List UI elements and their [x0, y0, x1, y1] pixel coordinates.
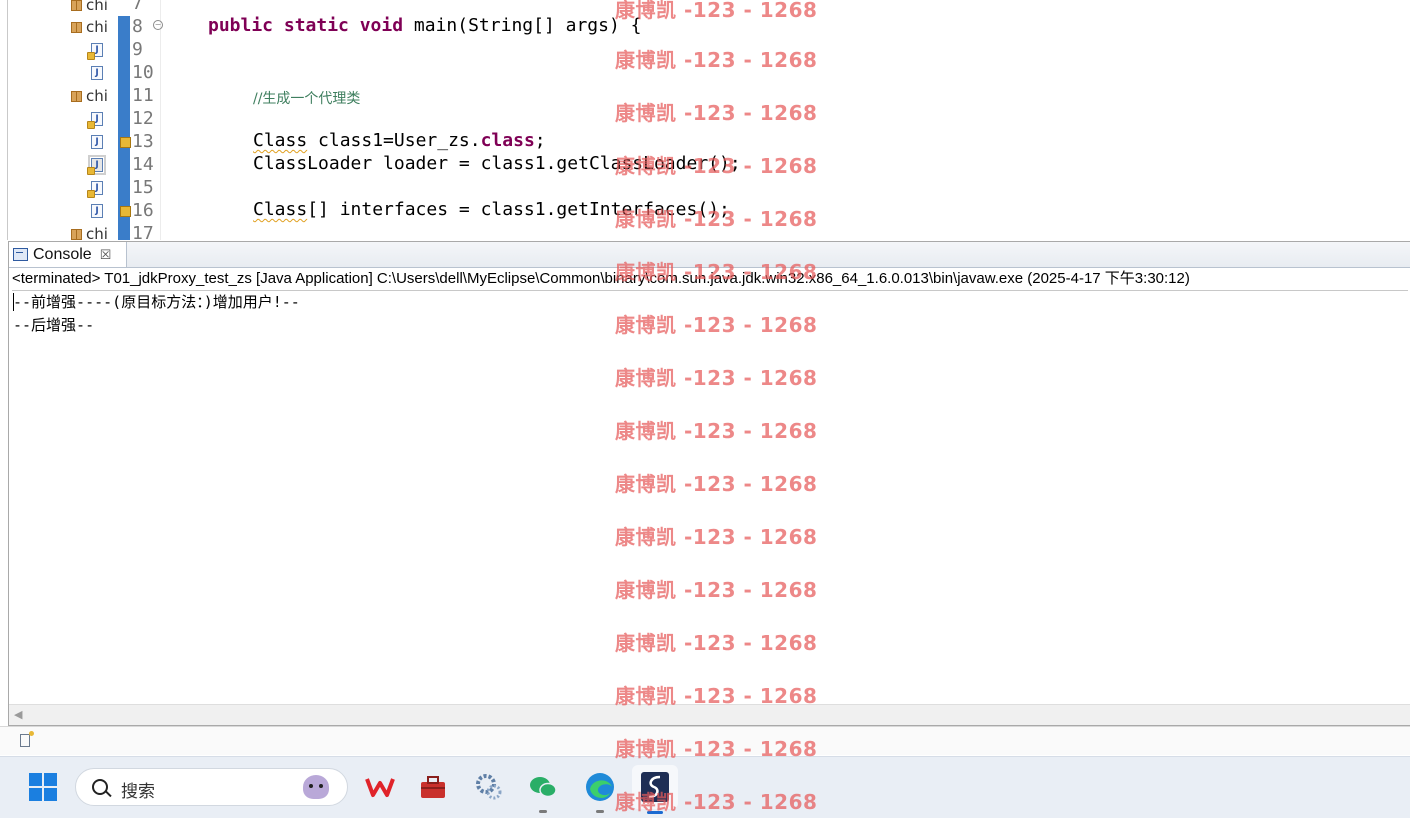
line-number: 10 — [132, 62, 154, 83]
console-output-line: --后增强-- — [13, 316, 95, 334]
package-icon — [70, 90, 83, 103]
windows-logo-icon — [44, 773, 57, 786]
keyword-token: public static void — [208, 15, 404, 36]
fast-view-icon[interactable] — [20, 731, 34, 747]
watermark-text: 康博凯 -123 - 1268 — [615, 684, 818, 708]
tab-label: Console — [33, 245, 92, 263]
code-line-8: public static void main(String[] args) { — [208, 15, 642, 36]
package-icon — [70, 228, 83, 241]
line-number: 14 — [132, 154, 154, 175]
code-token: User_zs — [393, 130, 470, 151]
line-number: 13 — [132, 131, 154, 152]
tree-item-java-file[interactable]: J — [91, 131, 103, 153]
view-divider — [7, 0, 8, 240]
package-icon — [70, 21, 83, 34]
wps-icon[interactable] — [362, 769, 398, 805]
java-file-warning-icon: J — [87, 112, 103, 129]
search-icon — [92, 779, 108, 795]
watermark-text: 康博凯 -123 - 1268 — [615, 631, 818, 655]
watermark-text: 康博凯 -123 - 1268 — [615, 260, 818, 284]
windows-logo-icon — [29, 788, 42, 801]
settings-icon[interactable] — [471, 769, 507, 805]
search-highlight-icon — [303, 775, 329, 799]
watermark-text: 康博凯 -123 - 1268 — [615, 525, 818, 549]
code-token: Class — [253, 130, 308, 151]
package-explorer: chi chi J J chi J J J J J chi — [0, 0, 119, 243]
scroll-left-icon[interactable]: ◀ — [14, 708, 22, 721]
line-number: 16 — [132, 200, 154, 221]
tree-item-java-file[interactable]: J — [87, 108, 103, 130]
console-output-line: --前增强----(原目标方法：)增加用户!-- — [13, 293, 300, 311]
watermark-text: 康博凯 -123 - 1268 — [615, 154, 818, 178]
code-token: ; — [534, 130, 546, 151]
watermark-text: 康博凯 -123 - 1268 — [615, 578, 818, 602]
java-file-warning-icon: J — [87, 155, 106, 175]
tree-item-java-file[interactable]: J — [91, 62, 103, 84]
watermark-text: 康博凯 -123 - 1268 — [615, 48, 818, 72]
overview-ruler — [118, 0, 130, 240]
line-number: 11 — [132, 85, 154, 106]
code-token: main(String[] args) { — [403, 15, 642, 36]
tree-item-package[interactable]: chi — [70, 16, 108, 38]
tree-item-label: chi — [86, 0, 108, 14]
watermark-text: 康博凯 -123 - 1268 — [615, 790, 818, 814]
watermark-text: 康博凯 -123 - 1268 — [615, 737, 818, 761]
watermark-text: 康博凯 -123 - 1268 — [615, 419, 818, 443]
toolbox-icon[interactable] — [415, 769, 451, 805]
code-line-11: //生成一个代理类 — [253, 87, 360, 108]
start-button[interactable] — [25, 769, 61, 805]
edge-icon[interactable] — [582, 769, 618, 813]
code-token: class1= — [307, 130, 394, 151]
tree-item-java-file[interactable]: J — [87, 39, 103, 61]
line-number: 12 — [132, 108, 154, 129]
line-number: 9 — [132, 39, 143, 60]
watermark-text: 康博凯 -123 - 1268 — [615, 472, 818, 496]
tree-item-package[interactable]: chi — [70, 85, 108, 107]
windows-logo-icon — [44, 788, 57, 801]
warning-marker-icon[interactable] — [120, 137, 131, 148]
taskbar-search-box[interactable]: 搜索 — [75, 768, 348, 806]
search-placeholder: 搜索 — [121, 782, 155, 802]
watermark-text: 康博凯 -123 - 1268 — [615, 0, 818, 22]
tree-item-java-file[interactable]: J — [91, 200, 103, 222]
warning-marker-icon[interactable] — [120, 206, 131, 217]
running-indicator — [596, 810, 604, 813]
watermark-text: 康博凯 -123 - 1268 — [615, 101, 818, 125]
watermark-text: 康博凯 -123 - 1268 — [615, 366, 818, 390]
code-token: Class — [253, 199, 308, 220]
wechat-icon[interactable] — [525, 769, 561, 813]
windows-logo-icon — [29, 773, 42, 786]
java-file-warning-icon: J — [87, 181, 103, 198]
tree-item-label: chi — [86, 87, 108, 105]
java-file-icon: J — [91, 135, 103, 149]
tree-item-label: chi — [86, 18, 108, 36]
java-file-icon: J — [91, 66, 103, 80]
tree-item-java-file[interactable]: J — [87, 177, 103, 199]
fold-collapse-icon[interactable]: − — [153, 20, 163, 30]
code-token: . — [469, 130, 481, 151]
running-indicator — [539, 810, 547, 813]
close-icon[interactable]: ☒ — [100, 247, 112, 263]
watermark-text: 康博凯 -123 - 1268 — [615, 207, 818, 231]
line-number: 15 — [132, 177, 154, 198]
console-icon — [13, 248, 28, 261]
line-number: 7 — [132, 0, 143, 14]
code-line-13: Class class1=User_zs.class; — [253, 130, 546, 151]
watermark-text: 康博凯 -123 - 1268 — [615, 313, 818, 337]
tree-item-java-file-selected[interactable]: J — [87, 154, 106, 176]
tree-item-package[interactable]: chi — [70, 0, 108, 16]
java-file-warning-icon: J — [87, 43, 103, 60]
keyword-token: class — [480, 130, 535, 151]
tab-console[interactable]: Console ☒ — [9, 242, 127, 267]
package-icon — [70, 0, 83, 12]
comment-token: //生成一个代理类 — [253, 91, 361, 107]
java-file-icon: J — [91, 204, 103, 218]
